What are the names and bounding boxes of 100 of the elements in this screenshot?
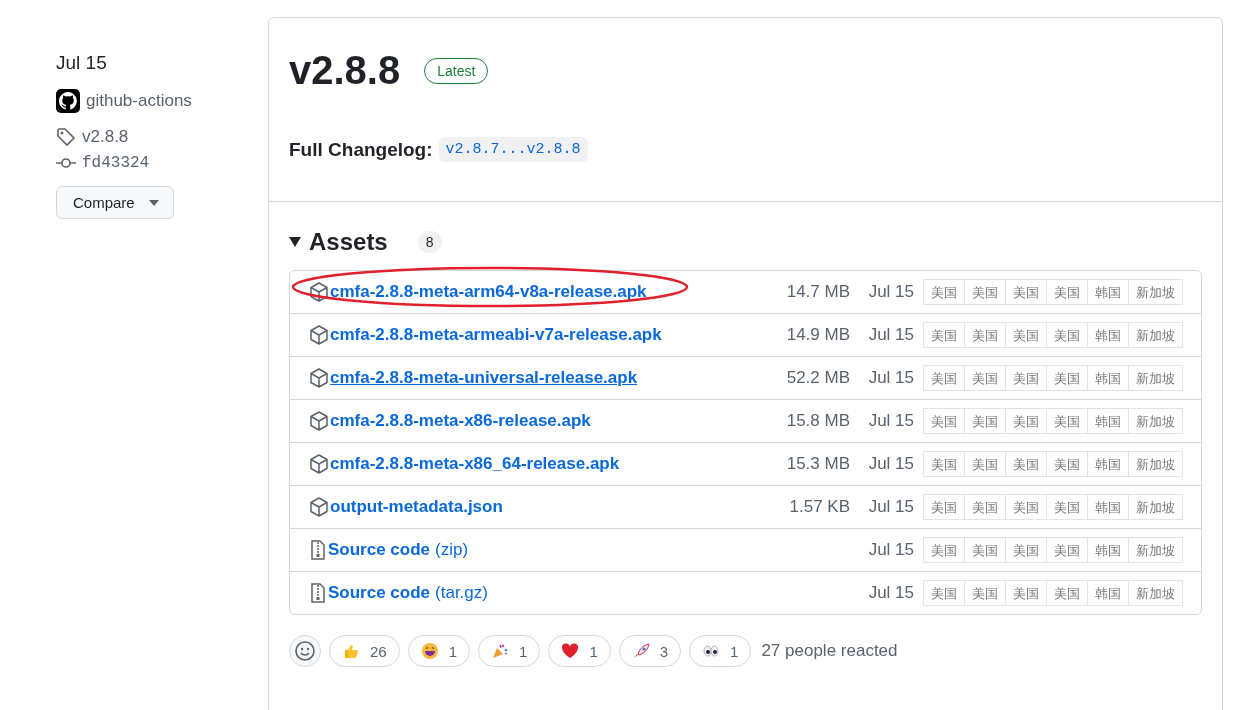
mirror-button[interactable]: 美国 — [923, 451, 965, 477]
asset-date: Jul 15 — [867, 325, 914, 345]
asset-date: Jul 15 — [867, 540, 914, 560]
mirror-button[interactable]: 新加坡 — [1128, 365, 1183, 391]
mirror-button[interactable]: 美国 — [923, 279, 965, 305]
mirror-button[interactable]: 美国 — [1005, 451, 1047, 477]
assets-heading[interactable]: Assets — [309, 228, 388, 256]
avatar-icon — [56, 89, 80, 113]
mirror-button[interactable]: 美国 — [1046, 322, 1088, 348]
expand-caret-icon[interactable] — [289, 237, 301, 247]
mirror-button[interactable]: 韩国 — [1087, 408, 1129, 434]
package-icon — [310, 368, 328, 388]
file-size: 15.3 MB — [785, 454, 850, 474]
reaction-summary: 27 people reacted — [761, 641, 898, 661]
mirror-button[interactable]: 美国 — [964, 494, 1006, 520]
mirror-button[interactable]: 美国 — [923, 537, 965, 563]
author-link[interactable]: github-actions — [86, 91, 192, 111]
asset-date: Jul 15 — [867, 583, 914, 603]
eyes-emoji-icon — [702, 642, 721, 660]
asset-date: Jul 15 — [867, 497, 914, 517]
mirror-button[interactable]: 新加坡 — [1128, 537, 1183, 563]
compare-button[interactable]: Compare — [56, 186, 174, 219]
hooray-emoji-icon — [491, 642, 510, 660]
mirror-button[interactable]: 美国 — [1005, 408, 1047, 434]
reaction-button[interactable]: 3 — [618, 635, 682, 667]
mirror-button[interactable]: 美国 — [923, 365, 965, 391]
asset-link[interactable]: Source code (tar.gz) — [328, 583, 488, 603]
assets-count: 8 — [417, 231, 442, 253]
mirror-button[interactable]: 韩国 — [1087, 365, 1129, 391]
mirror-button[interactable]: 美国 — [923, 580, 965, 606]
package-icon — [310, 325, 328, 345]
mirror-button[interactable]: 韩国 — [1087, 451, 1129, 477]
mirror-button[interactable]: 韩国 — [1087, 537, 1129, 563]
mirror-button[interactable]: 美国 — [1046, 580, 1088, 606]
package-icon — [310, 282, 328, 302]
mirror-button[interactable]: 美国 — [1005, 365, 1047, 391]
package-icon — [310, 497, 328, 517]
asset-date: Jul 15 — [867, 282, 914, 302]
tag-icon — [56, 127, 76, 147]
asset-link[interactable]: cmfa-2.8.8-meta-x86_64-release.apk — [330, 454, 620, 474]
mirror-button[interactable]: 美国 — [1005, 279, 1047, 305]
asset-link[interactable]: cmfa-2.8.8-meta-armeabi-v7a-release.apk — [330, 325, 662, 345]
package-icon — [310, 454, 328, 474]
mirror-button[interactable]: 新加坡 — [1128, 494, 1183, 520]
asset-link[interactable]: cmfa-2.8.8-meta-x86-release.apk — [330, 411, 591, 431]
reaction-button[interactable]: 1 — [689, 635, 752, 667]
mirror-button[interactable]: 美国 — [1046, 279, 1088, 305]
zip-file-icon — [310, 540, 326, 560]
mirror-button[interactable]: 韩国 — [1087, 580, 1129, 606]
mirror-button[interactable]: 美国 — [1046, 451, 1088, 477]
file-size: 1.57 KB — [788, 497, 850, 517]
mirror-button[interactable]: 新加坡 — [1128, 322, 1183, 348]
mirror-button[interactable]: 韩国 — [1087, 279, 1129, 305]
asset-link[interactable]: output-metadata.json — [330, 497, 503, 517]
asset-date: Jul 15 — [867, 368, 914, 388]
mirror-button[interactable]: 美国 — [964, 580, 1006, 606]
mirror-button[interactable]: 美国 — [1005, 580, 1047, 606]
reaction-button[interactable]: 1 — [407, 635, 471, 667]
mirror-button[interactable]: 美国 — [964, 537, 1006, 563]
changelog-link[interactable]: v2.8.7...v2.8.8 — [438, 137, 588, 162]
mirror-button[interactable]: 美国 — [1005, 494, 1047, 520]
mirror-button[interactable]: 韩国 — [1087, 322, 1129, 348]
add-reaction-button[interactable] — [289, 635, 321, 667]
reaction-button[interactable]: 26 — [329, 635, 400, 667]
file-size: 14.9 MB — [785, 325, 850, 345]
mirror-button[interactable]: 美国 — [1005, 322, 1047, 348]
reaction-button[interactable]: 1 — [478, 635, 541, 667]
caret-icon — [148, 199, 159, 206]
mirror-button[interactable]: 美国 — [964, 408, 1006, 434]
file-size: 52.2 MB — [785, 368, 850, 388]
heart-emoji-icon — [561, 642, 580, 660]
mirror-button[interactable]: 美国 — [1046, 494, 1088, 520]
rocket-emoji-icon — [631, 642, 650, 660]
mirror-button[interactable]: 美国 — [923, 322, 965, 348]
mirror-button[interactable]: 美国 — [1046, 408, 1088, 434]
mirror-button[interactable]: 美国 — [1005, 537, 1047, 563]
mirror-button[interactable]: 美国 — [964, 322, 1006, 348]
commit-link[interactable]: fd43324 — [82, 154, 150, 172]
zip-file-icon — [310, 583, 326, 603]
mirror-button[interactable]: 美国 — [964, 279, 1006, 305]
mirror-button[interactable]: 新加坡 — [1128, 279, 1183, 305]
mirror-button[interactable]: 新加坡 — [1128, 451, 1183, 477]
mirror-button[interactable]: 美国 — [964, 365, 1006, 391]
tag-link[interactable]: v2.8.8 — [82, 127, 129, 147]
mirror-button[interactable]: 美国 — [964, 451, 1006, 477]
mirror-button[interactable]: 美国 — [923, 408, 965, 434]
asset-link[interactable]: Source code (zip) — [328, 540, 469, 560]
changelog-label: Full Changelog: — [289, 138, 433, 161]
laugh-emoji-icon — [420, 642, 439, 660]
reaction-button[interactable]: 1 — [548, 635, 611, 667]
mirror-button[interactable]: 新加坡 — [1128, 408, 1183, 434]
mirror-button[interactable]: 美国 — [1046, 537, 1088, 563]
asset-link[interactable]: cmfa-2.8.8-meta-universal-release.apk — [330, 368, 638, 388]
mirror-button[interactable]: 新加坡 — [1128, 580, 1183, 606]
package-icon — [310, 411, 328, 431]
release-title: v2.8.8 — [289, 48, 401, 93]
mirror-button[interactable]: 韩国 — [1087, 494, 1129, 520]
mirror-button[interactable]: 美国 — [923, 494, 965, 520]
mirror-button[interactable]: 美国 — [1046, 365, 1088, 391]
file-size: 15.8 MB — [785, 411, 850, 431]
